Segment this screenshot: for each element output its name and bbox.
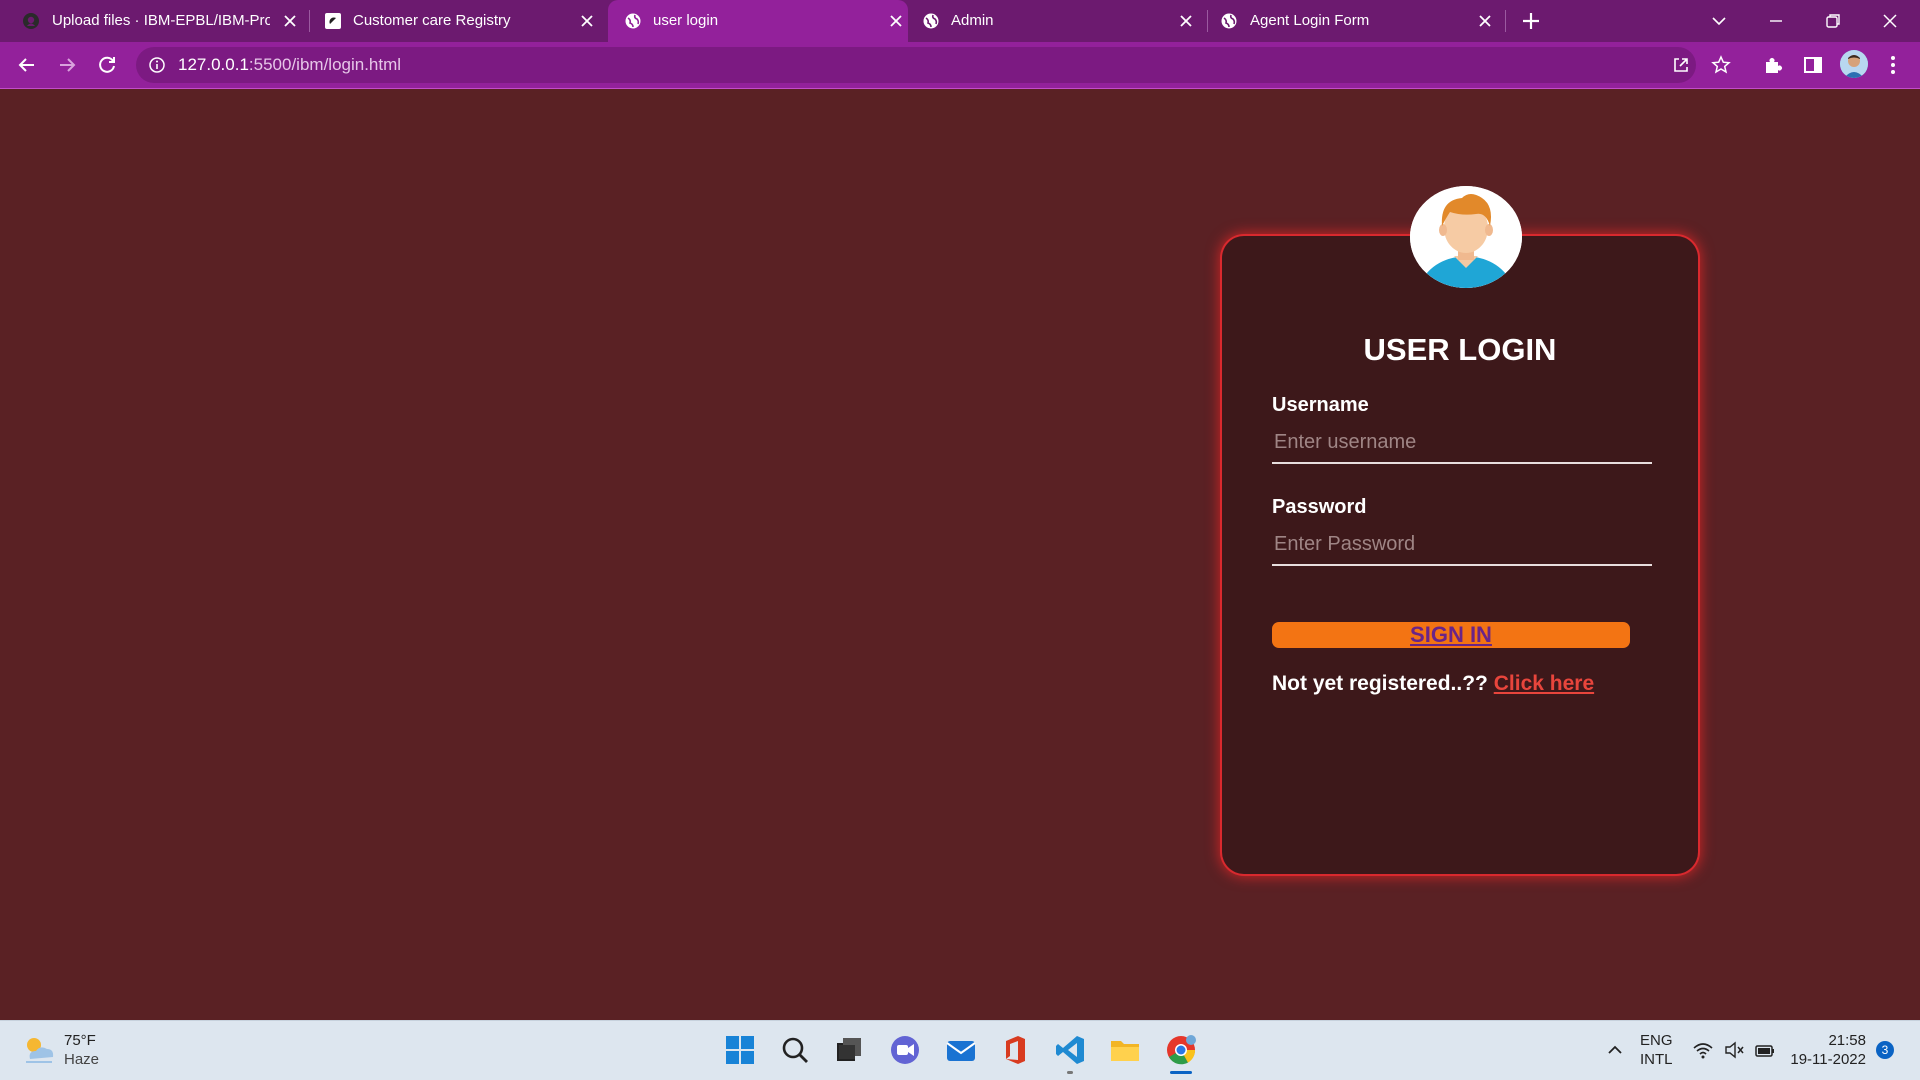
tab-upload-files[interactable]: Upload files · IBM-EPBL/IBM-Proj (0, 0, 300, 42)
file-explorer-icon[interactable] (1108, 1033, 1142, 1067)
url-text[interactable]: 127.0.0.1:5500/ibm/login.html (178, 56, 401, 74)
site-info-icon[interactable] (148, 56, 166, 74)
password-input[interactable] (1272, 524, 1652, 566)
minimize-icon[interactable] (1763, 8, 1789, 34)
close-window-icon[interactable] (1877, 8, 1903, 34)
side-panel-icon[interactable] (1800, 52, 1826, 78)
tab-customer-care-registry[interactable]: Customer care Registry (310, 0, 606, 42)
weather-condition: Haze (64, 1051, 100, 1068)
restore-icon[interactable] (1820, 8, 1846, 34)
tab-agent-login-form[interactable]: Agent Login Form (1208, 0, 1504, 42)
share-icon[interactable] (1670, 54, 1692, 76)
tab-user-login[interactable]: user login (608, 0, 908, 42)
address-bar[interactable]: 127.0.0.1:5500/ibm/login.html (136, 47, 1731, 83)
keyboard-layout: INTL (1640, 1051, 1673, 1068)
reload-icon[interactable] (94, 52, 120, 78)
office-icon[interactable] (998, 1033, 1032, 1067)
weather-haze-icon[interactable] (20, 1033, 58, 1067)
notification-badge[interactable]: 3 (1876, 1041, 1894, 1059)
register-prompt-text: Not yet registered..?? (1272, 672, 1488, 695)
chevron-up-icon[interactable] (1604, 1039, 1626, 1061)
tab-title: Agent Login Form (1250, 12, 1370, 29)
extensions-puzzle-icon[interactable] (1760, 52, 1786, 78)
toolbar-divider (0, 88, 1920, 89)
new-tab-icon[interactable] (1520, 10, 1542, 32)
language-code: ENG (1640, 1032, 1673, 1049)
system-clock[interactable]: 21:58 19-11-2022 (1790, 1031, 1866, 1069)
wifi-icon[interactable] (1692, 1039, 1714, 1061)
tab-title: Upload files · IBM-EPBL/IBM-Proj (52, 12, 270, 29)
user-avatar-image (1410, 186, 1522, 288)
tab-title: user login (653, 12, 719, 29)
active-app-indicator (1170, 1071, 1192, 1074)
tab-separator (1505, 10, 1506, 32)
bookmark-star-icon[interactable] (1710, 54, 1732, 76)
back-arrow-icon[interactable] (14, 52, 40, 78)
weather-temperature: 75°F (64, 1032, 96, 1049)
tab-title: Customer care Registry (353, 12, 511, 29)
username-label: Username (1272, 394, 1369, 416)
close-tab-icon[interactable] (1177, 12, 1195, 30)
input-language-indicator[interactable]: ENG INTL (1640, 1031, 1673, 1069)
running-indicator (1067, 1071, 1073, 1074)
windows-start-icon[interactable] (723, 1033, 757, 1067)
battery-charging-icon[interactable] (1754, 1039, 1776, 1061)
search-icon[interactable] (778, 1033, 812, 1067)
close-tab-icon[interactable] (887, 12, 905, 30)
clock-date: 19-11-2022 (1790, 1051, 1866, 1068)
globe-icon (624, 12, 642, 30)
login-title: USER LOGIN (1363, 332, 1557, 367)
register-link[interactable]: Click here (1494, 672, 1594, 695)
browser-tab-strip: Upload files · IBM-EPBL/IBM-Proj Custome… (0, 0, 1920, 42)
site-logo-icon (324, 12, 342, 30)
password-label: Password (1272, 496, 1367, 518)
close-tab-icon[interactable] (578, 12, 596, 30)
forward-arrow-icon[interactable] (54, 52, 80, 78)
weather-widget[interactable]: 75°F Haze (64, 1031, 99, 1069)
mail-icon[interactable] (944, 1033, 978, 1067)
sign-in-button[interactable]: SIGN IN (1272, 622, 1630, 648)
speaker-muted-icon[interactable] (1723, 1039, 1745, 1061)
browser-menu-icon[interactable] (1880, 52, 1906, 78)
globe-icon (1220, 12, 1238, 30)
globe-icon (922, 12, 940, 30)
windows-taskbar: 75°F Haze ENG INTL 21:58 19-11-2022 3 (0, 1020, 1920, 1080)
tab-title: Admin (951, 12, 994, 29)
tab-search-chevron-icon[interactable] (1706, 8, 1732, 34)
username-input[interactable] (1272, 422, 1652, 464)
close-tab-icon[interactable] (281, 12, 299, 30)
url-path: :5500/ibm/login.html (248, 55, 402, 74)
url-host: 127.0.0.1 (178, 55, 249, 74)
clock-time: 21:58 (1828, 1032, 1866, 1049)
profile-avatar[interactable] (1840, 50, 1868, 78)
teams-chat-icon[interactable] (888, 1033, 922, 1067)
chrome-icon[interactable] (1164, 1033, 1198, 1067)
vscode-icon[interactable] (1053, 1033, 1087, 1067)
register-prompt: Not yet registered..?? Click here (1272, 672, 1594, 696)
close-tab-icon[interactable] (1476, 12, 1494, 30)
tab-admin[interactable]: Admin (910, 0, 1206, 42)
task-view-icon[interactable] (832, 1033, 866, 1067)
login-card: USER LOGIN Username Password SIGN IN Not… (1222, 236, 1698, 874)
browser-toolbar: 127.0.0.1:5500/ibm/login.html (0, 42, 1920, 88)
github-icon (22, 12, 40, 30)
